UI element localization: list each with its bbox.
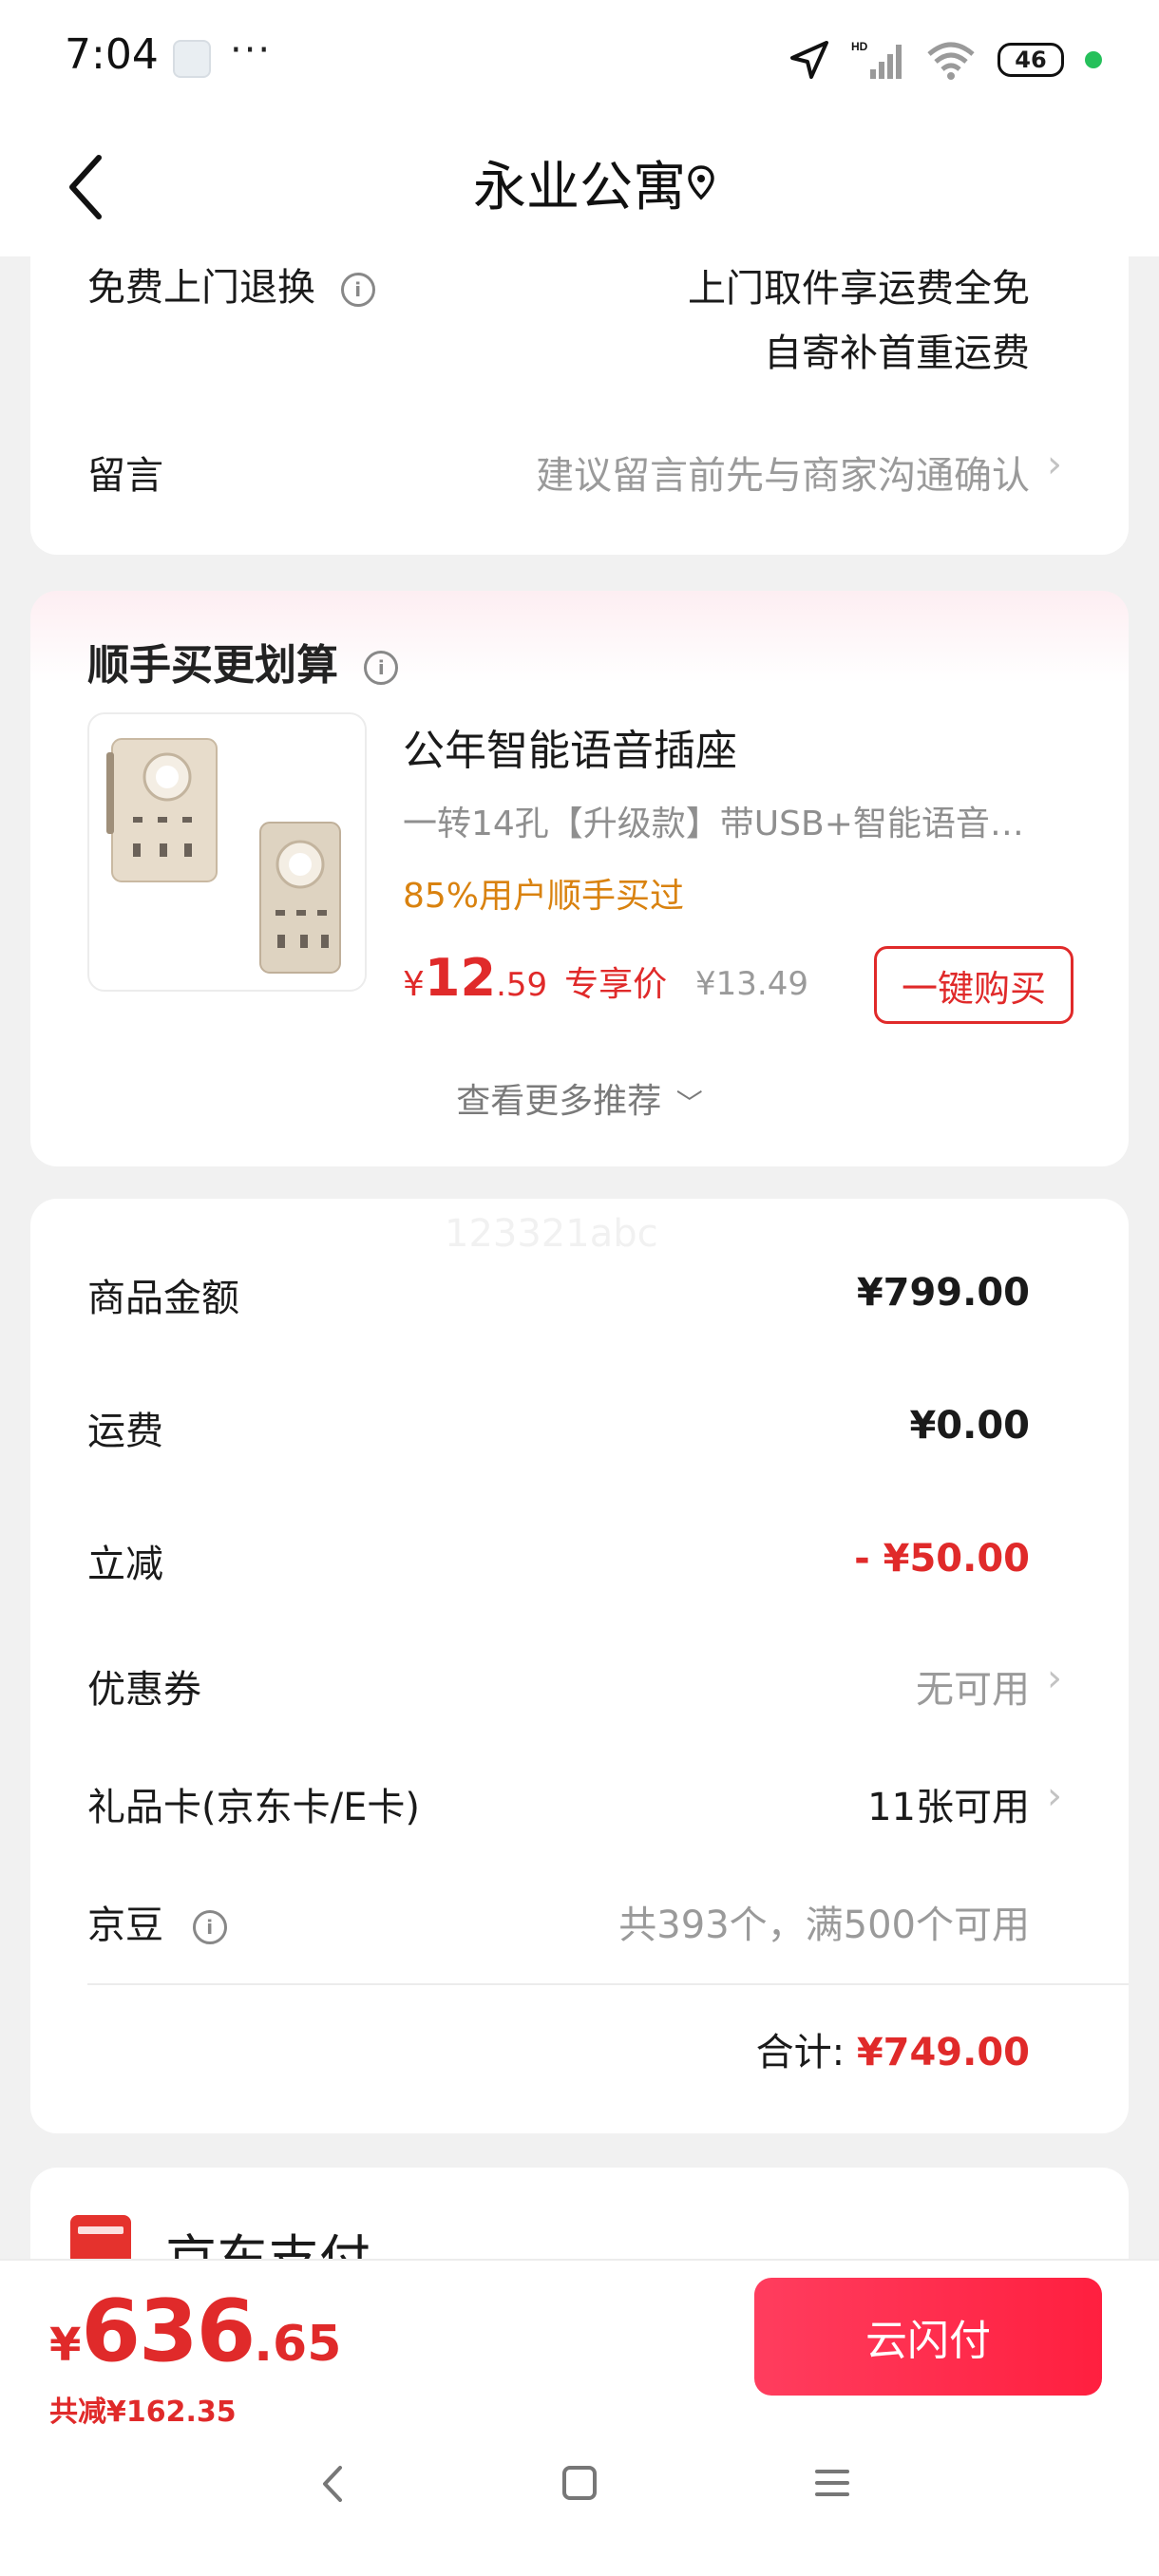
one-click-buy-button[interactable]: 一键购买 xyxy=(874,946,1074,1024)
checkout-bar: ¥ 636 .65 共减¥162.35 云闪付 xyxy=(0,2259,1159,2576)
battery-indicator: 46 xyxy=(998,43,1064,77)
nav-home-button[interactable] xyxy=(560,2464,598,2506)
total-row: 合计: ¥749.00 xyxy=(755,2031,1030,2074)
see-more-button[interactable]: 查看更多推荐 ﹀ xyxy=(30,1073,1129,1123)
navigation-arrow-icon xyxy=(790,41,828,79)
nav-back-button[interactable] xyxy=(314,2460,352,2520)
location-pin-icon[interactable] xyxy=(682,163,720,201)
product-price: ¥ 12 .59 专享价 xyxy=(403,948,668,1008)
coupon-value[interactable]: 无可用 xyxy=(916,1658,1030,1714)
shipping-label: 运费 xyxy=(87,1410,163,1453)
socket-image xyxy=(106,738,341,974)
status-time: 7:04 xyxy=(65,30,159,79)
page-title: 永业公寓 xyxy=(473,157,686,218)
product-name[interactable]: 公年智能语音插座 xyxy=(403,716,737,777)
chevron-down-icon: ﹀ xyxy=(675,1088,703,1119)
privacy-indicator-dot xyxy=(1085,51,1102,68)
product-description: 一转14孔【升级款】带USB+智能语音… xyxy=(403,805,1024,843)
top-divider xyxy=(0,2259,1159,2261)
recommend-card: 顺手买更划算 i 公年智能语音插座 一转14孔【升级款】带USB+智能语音… 8… xyxy=(30,591,1129,1166)
chevron-left-icon xyxy=(323,2466,342,2502)
menu-icon xyxy=(815,2470,849,2496)
free-return-label: 免费上门退换 i xyxy=(87,256,375,312)
price-summary-card: 123321abc 商品金额 ¥799.00 运费 ¥0.00 立减 - ¥50… xyxy=(30,1199,1129,2133)
signal-icon: HD xyxy=(851,40,902,79)
return-description: 上门取件享运费全免 自寄补首重运费 xyxy=(688,267,1030,375)
goods-amount-value: ¥799.00 xyxy=(856,1271,1030,1315)
service-card: 免费上门退换 i 上门取件享运费全免 自寄补首重运费 留言 建议留言前先与商家沟… xyxy=(30,228,1129,555)
message-label: 留言 xyxy=(87,454,163,498)
final-price: ¥ 636 .65 xyxy=(49,2282,342,2381)
jd-beans-value: 共393个，满500个可用 xyxy=(618,1904,1030,1947)
goods-amount-label: 商品金额 xyxy=(87,1277,239,1320)
product-image[interactable] xyxy=(87,712,367,992)
info-icon[interactable]: i xyxy=(364,651,399,685)
product-tag: 85%用户顺手买过 xyxy=(403,877,685,916)
gift-card-label: 礼品卡(京东卡/E卡) xyxy=(87,1786,420,1829)
message-input[interactable]: 建议留言前先与商家沟通确认 xyxy=(536,445,1030,500)
original-price: ¥13.49 xyxy=(695,965,808,1003)
chevron-right-icon: › xyxy=(1047,443,1062,486)
info-icon[interactable]: i xyxy=(340,273,375,307)
coupon-label: 优惠券 xyxy=(87,1668,201,1712)
nav-menu-button[interactable] xyxy=(811,2464,853,2506)
chevron-right-icon: › xyxy=(1047,1657,1062,1700)
instant-discount-value: - ¥50.00 xyxy=(854,1537,1030,1581)
jd-beans-label: 京豆 i xyxy=(87,1894,227,1949)
price-tag: 专享价 xyxy=(564,965,668,1004)
chevron-right-icon: › xyxy=(1047,1774,1062,1818)
pay-button[interactable]: 云闪付 xyxy=(754,2278,1102,2396)
status-bar: 7:04 ··· HD 46 xyxy=(0,0,1159,123)
total-discount: 共减¥162.35 xyxy=(49,2396,237,2429)
gift-card-value[interactable]: 11张可用 xyxy=(867,1776,1030,1831)
instant-discount-label: 立减 xyxy=(87,1543,163,1586)
status-right: HD 46 xyxy=(788,36,1102,84)
divider xyxy=(87,1983,1129,1985)
info-icon[interactable]: i xyxy=(192,1910,227,1944)
watermark: 123321abc xyxy=(445,1212,658,1256)
app-notification-icon xyxy=(173,40,211,78)
svg-text:HD: HD xyxy=(851,40,868,53)
square-icon xyxy=(562,2466,597,2500)
recommend-title: 顺手买更划算 i xyxy=(87,631,399,691)
more-notifications-icon: ··· xyxy=(230,28,273,72)
wifi-icon xyxy=(927,42,975,80)
shipping-value: ¥0.00 xyxy=(909,1404,1030,1448)
